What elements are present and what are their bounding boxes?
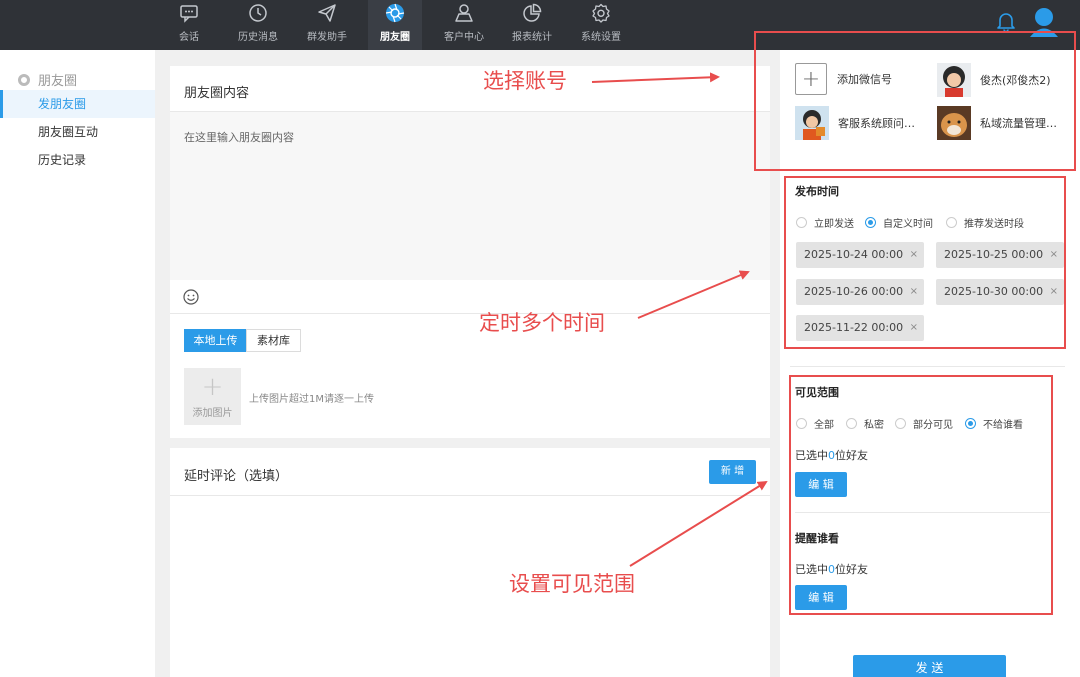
sidebar-item-moment-interaction[interactable]: 朋友圈互动	[0, 118, 155, 146]
clock-icon	[248, 3, 268, 23]
divider	[170, 495, 770, 496]
nav-item-chat[interactable]: 会话	[168, 0, 210, 50]
gear-icon	[591, 3, 611, 23]
nav-label: 历史消息	[238, 32, 278, 43]
sidebar-title-label: 朋友圈	[38, 74, 78, 89]
sidebar-item-history[interactable]: 历史记录	[0, 146, 155, 174]
compose-title: 朋友圈内容	[184, 86, 250, 101]
nav-item-reports[interactable]: 报表统计	[508, 0, 556, 50]
bell-icon[interactable]	[995, 10, 1017, 33]
nav-item-moments[interactable]: 朋友圈	[368, 0, 422, 50]
add-image-label: 添加图片	[192, 408, 233, 419]
annotation-box-times	[784, 176, 1066, 349]
add-comment-button[interactable]: 新 增	[709, 460, 756, 484]
aperture-icon	[385, 3, 405, 23]
annotation-box-accounts	[754, 31, 1076, 171]
annotation-multi-time: 定时多个时间	[479, 311, 605, 335]
tab-local-upload[interactable]: 本地上传	[184, 329, 247, 352]
textarea-placeholder: 在这里输入朋友圈内容	[184, 131, 294, 144]
plus-icon: +	[201, 372, 224, 402]
chat-icon	[179, 3, 199, 23]
annotation-visibility-range: 设置可见范围	[509, 572, 635, 596]
nav-label: 朋友圈	[380, 32, 410, 43]
divider	[790, 366, 1065, 367]
nav-label: 群发助手	[307, 32, 347, 43]
nav-label: 系统设置	[581, 32, 621, 43]
upload-hint: 上传图片超过1M请逐一上传	[249, 394, 374, 405]
sidebar-title[interactable]: 朋友圈	[18, 70, 77, 89]
content-textarea[interactable]: 在这里输入朋友圈内容	[170, 112, 770, 280]
emoji-icon[interactable]	[183, 289, 199, 305]
annotation-box-visibility	[789, 375, 1053, 615]
sidebar: 朋友圈 发朋友圈 朋友圈互动 历史记录	[0, 50, 155, 677]
send-button[interactable]: 发 送	[853, 655, 1006, 677]
tab-material-library[interactable]: 素材库	[246, 329, 301, 352]
nav-item-mass-send[interactable]: 群发助手	[303, 0, 351, 50]
comment-title: 延时评论（选填）	[184, 469, 289, 484]
annotation-select-account: 选择账号	[483, 69, 567, 93]
send-icon	[317, 3, 337, 23]
user-icon	[454, 3, 474, 23]
circle-icon	[18, 73, 30, 86]
nav-label: 会话	[179, 32, 199, 43]
nav-item-customers[interactable]: 客户中心	[440, 0, 488, 50]
nav-label: 报表统计	[512, 32, 552, 43]
divider	[170, 313, 770, 314]
nav-item-settings[interactable]: 系统设置	[577, 0, 625, 50]
pie-icon	[522, 3, 542, 23]
sidebar-item-post-moment[interactable]: 发朋友圈	[0, 90, 155, 118]
nav-item-history[interactable]: 历史消息	[234, 0, 282, 50]
add-image-button[interactable]: + 添加图片	[184, 368, 241, 425]
nav-label: 客户中心	[444, 32, 484, 43]
